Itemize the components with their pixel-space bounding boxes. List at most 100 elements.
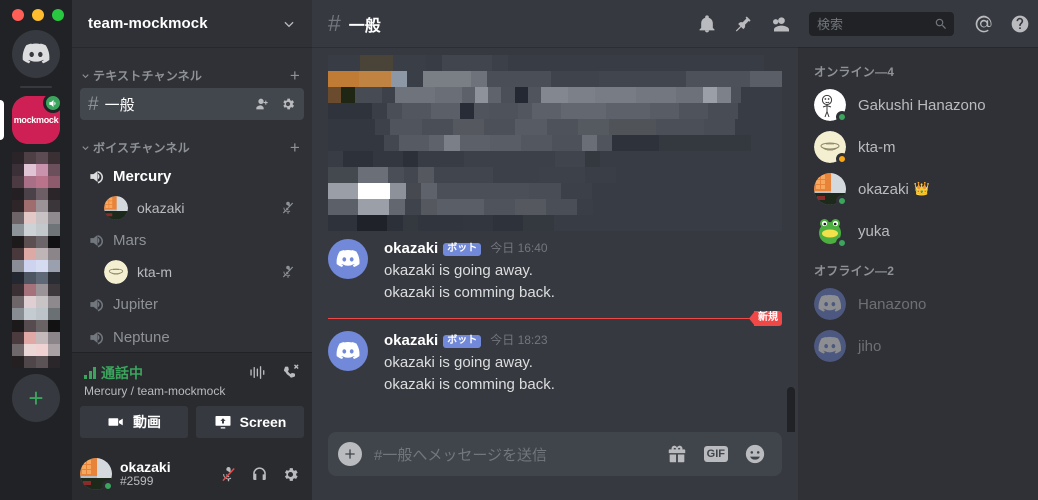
voice-location: Mercury / team-mockmock	[84, 384, 226, 398]
voice-connected-panel: 通話中 Mercury / team-mockmock 動画 Screen	[72, 352, 312, 448]
member-row-kta-m[interactable]: kta-m	[798, 126, 1038, 168]
add-voice-channel-button[interactable]: +	[290, 139, 304, 156]
avatar[interactable]	[80, 458, 114, 492]
voice-channel-name: Mars	[113, 231, 147, 249]
home-button[interactable]	[12, 30, 60, 78]
message-scrollbar[interactable]	[787, 387, 795, 432]
message-pane: okazaki ボット 今日 16:40 okazaki is going aw…	[312, 47, 798, 500]
discord-default-avatar-icon	[814, 330, 846, 362]
gear-icon[interactable]	[280, 96, 296, 112]
message-author[interactable]: okazaki	[384, 239, 438, 259]
message-item: okazaki ボット 今日 16:40 okazaki is going aw…	[312, 231, 798, 304]
new-messages-badge: 新規	[754, 311, 782, 326]
bot-badge: ボット	[443, 335, 482, 349]
plus-icon	[345, 449, 355, 459]
voice-status: 通話中	[84, 363, 143, 383]
voice-status-label: 通話中	[101, 365, 143, 381]
help-icon[interactable]	[1010, 14, 1030, 34]
avatar[interactable]	[328, 331, 368, 371]
divider-line	[328, 318, 782, 319]
server-active-pill	[0, 100, 4, 140]
message-timestamp: 今日 16:40	[490, 240, 548, 255]
message-input-placeholder: #一般へメッセージを送信	[374, 446, 548, 464]
member-row-yuka[interactable]: yuka	[798, 210, 1038, 252]
avatar	[814, 131, 848, 165]
message-text: okazaki is comming back.	[384, 376, 555, 394]
disconnect-call-icon[interactable]	[281, 363, 300, 382]
bell-icon[interactable]	[697, 14, 717, 34]
invite-person-icon[interactable]	[255, 96, 271, 112]
video-camera-icon	[108, 418, 123, 426]
avatar[interactable]	[328, 239, 368, 279]
member-name: okazaki 👑	[858, 181, 930, 198]
message-input-box[interactable]: #一般へメッセージを送信 GIF	[328, 432, 782, 476]
server-icon-mockmock[interactable]: mockmock	[0, 93, 63, 144]
voice-member-name: okazaki	[137, 200, 185, 216]
window-minimize-button[interactable]	[32, 9, 44, 21]
message-author[interactable]: okazaki	[384, 331, 438, 351]
avatar	[104, 196, 128, 220]
speaker-icon	[90, 234, 104, 247]
guild-header[interactable]: team-mockmock	[72, 0, 312, 47]
member-name: Gakushi Hanazono	[858, 96, 986, 114]
emoji-icon[interactable]	[744, 443, 766, 465]
status-indicator-online	[102, 480, 114, 492]
channel-sidebar: team-mockmock テキストチャンネル + # 一般 ボイスチャンネル …	[72, 0, 312, 500]
censored-server-icons[interactable]	[12, 152, 60, 368]
censored-message-block	[312, 47, 798, 231]
member-row-gakushi-hanazono[interactable]: Gakushi Hanazono	[798, 84, 1038, 126]
add-server-button[interactable]: +	[12, 374, 60, 422]
speaker-icon	[90, 170, 104, 183]
chevron-down-icon	[82, 145, 89, 150]
sidebar-voice-channel-mars[interactable]: Mars	[80, 224, 304, 256]
gift-icon[interactable]	[666, 443, 688, 465]
video-button[interactable]: 動画	[80, 406, 188, 438]
sidebar-voice-channel-mercury[interactable]: Mercury	[80, 160, 304, 192]
pin-icon[interactable]	[733, 14, 753, 34]
member-row-jiho[interactable]: jiho	[798, 325, 1038, 367]
window-traffic-lights	[0, 0, 72, 30]
mic-muted-icon	[282, 201, 294, 214]
main-content: # 一般 検索 okazaki ボット 今日 16:40 okazaki is …	[312, 0, 1038, 500]
member-name: jiho	[858, 337, 882, 355]
rail-divider	[20, 86, 52, 88]
window-close-button[interactable]	[12, 9, 24, 21]
voice-member-okazaki[interactable]: okazaki	[96, 193, 304, 223]
search-icon	[935, 18, 946, 29]
mentions-icon[interactable]	[974, 14, 994, 34]
category-voice-channels[interactable]: ボイスチャンネル +	[72, 135, 312, 159]
category-label: ボイスチャンネル	[93, 140, 190, 155]
add-text-channel-button[interactable]: +	[290, 67, 304, 84]
message-scroll[interactable]: okazaki ボット 今日 16:40 okazaki is going aw…	[312, 47, 798, 432]
member-group-online-header: オンライン—4	[814, 65, 895, 79]
member-row-hanazono[interactable]: Hanazono	[798, 283, 1038, 325]
discord-bot-avatar-icon	[336, 342, 360, 359]
voice-member-kta-m[interactable]: kta-m	[96, 257, 304, 287]
category-text-channels[interactable]: テキストチャンネル +	[72, 63, 312, 87]
search-input[interactable]: 検索	[809, 11, 954, 36]
speaker-icon	[90, 331, 104, 344]
screen-share-button[interactable]: Screen	[196, 406, 304, 438]
attach-file-button[interactable]	[338, 442, 362, 466]
gif-button[interactable]: GIF	[703, 445, 728, 463]
message-item: okazaki ボット 今日 18:23 okazaki is going aw…	[312, 323, 798, 396]
screen-share-button-label: Screen	[239, 414, 287, 430]
avatar	[814, 173, 848, 207]
members-icon[interactable]	[769, 14, 789, 34]
video-button-label: 動画	[133, 414, 161, 430]
voice-channel-name: Jupiter	[113, 295, 159, 313]
headphones-icon[interactable]	[250, 465, 269, 484]
server-voice-indicator-icon	[43, 93, 63, 113]
channel-topbar: # 一般 検索	[312, 0, 1038, 47]
mic-muted-icon[interactable]	[219, 465, 238, 484]
gear-icon[interactable]	[281, 465, 300, 484]
sidebar-voice-channel-neptune[interactable]: Neptune	[80, 321, 304, 353]
discord-bot-avatar-icon	[336, 250, 360, 267]
window-maximize-button[interactable]	[52, 9, 64, 21]
member-row-okazaki[interactable]: okazaki 👑	[798, 168, 1038, 210]
message-text: okazaki is going away.	[384, 261, 533, 279]
voice-member-name: kta-m	[137, 264, 172, 280]
sidebar-voice-channel-jupiter[interactable]: Jupiter	[80, 288, 304, 320]
noise-suppression-icon[interactable]	[248, 363, 267, 382]
sidebar-channel-ippan[interactable]: # 一般	[80, 88, 304, 120]
